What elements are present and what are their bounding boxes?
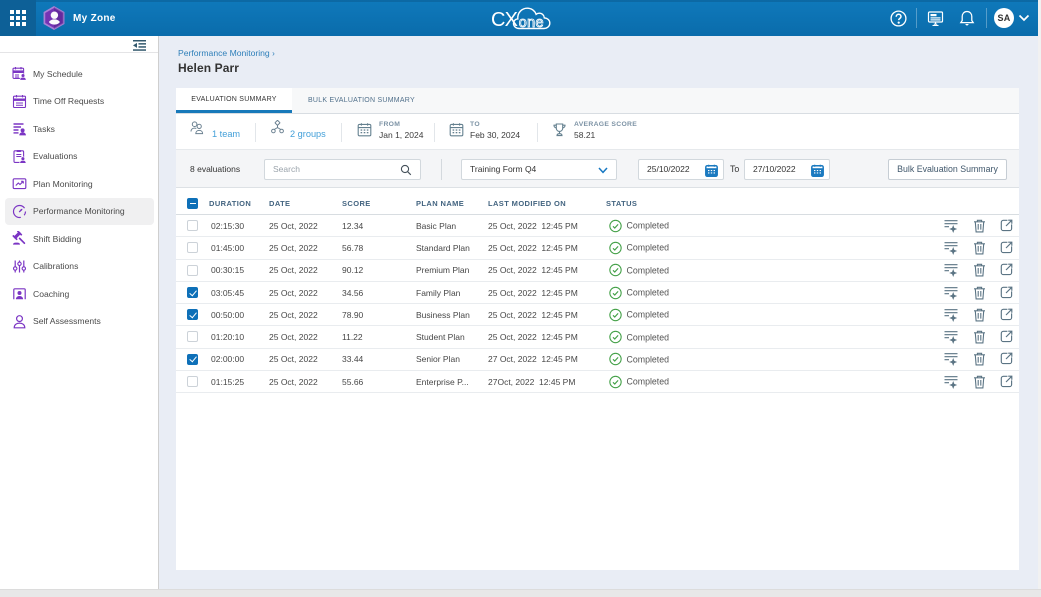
- svg-text:one: one: [519, 15, 544, 31]
